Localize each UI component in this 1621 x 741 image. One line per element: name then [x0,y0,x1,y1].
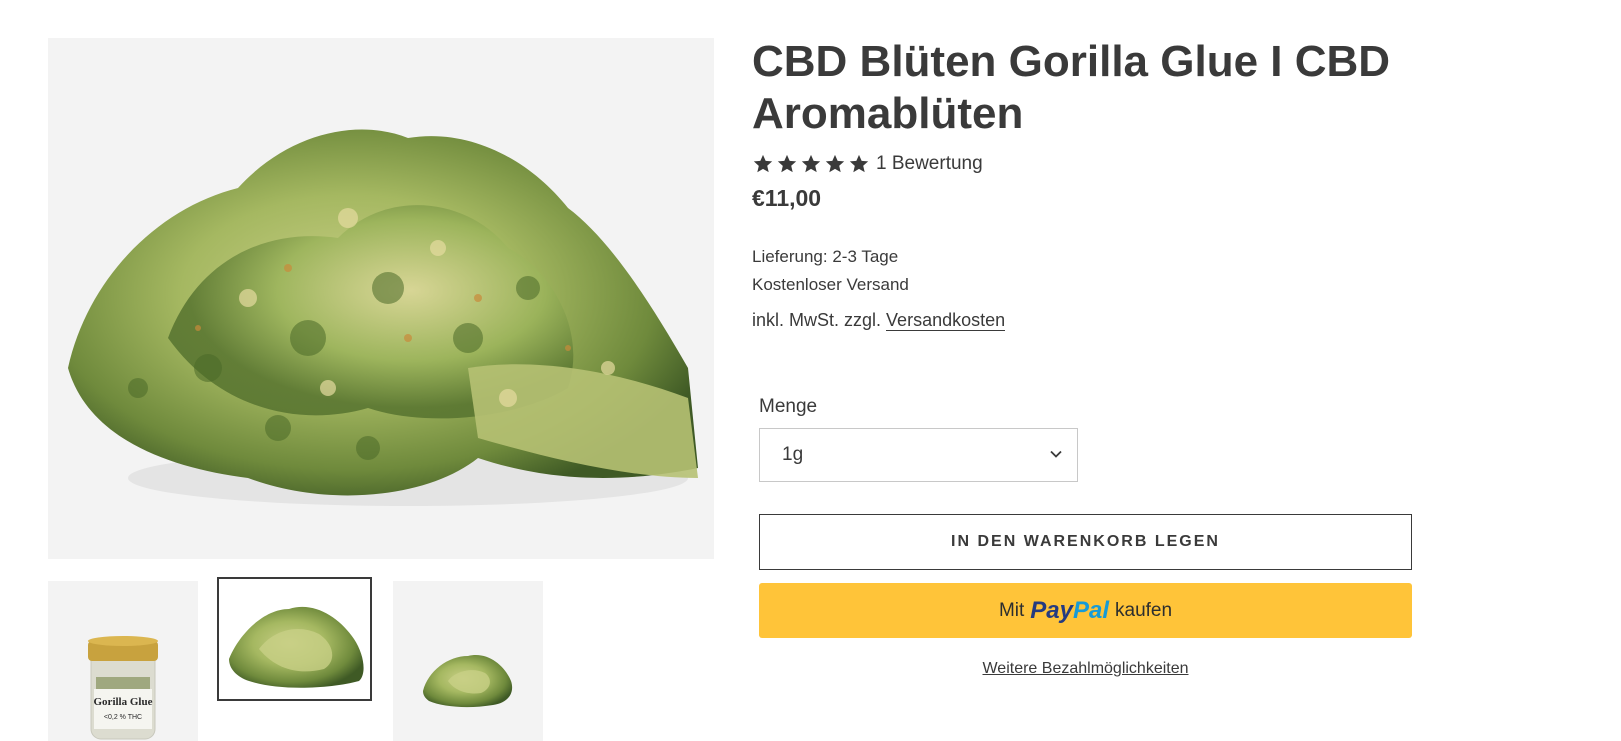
shipping-costs-link[interactable]: Versandkosten [886,310,1006,331]
jar-sublabel-text: <0,2 % THC [104,714,142,721]
thumbnail-bud-small[interactable] [393,581,543,741]
star-icon [825,154,845,173]
more-payment-options-link[interactable]: Weitere Bezahlmöglichkeiten [759,660,1412,678]
main-product-image[interactable] [48,38,714,559]
paypal-logo-pay: Pay [1030,596,1073,624]
paypal-prefix: Mit [998,599,1025,621]
paypal-logo: PayPal [1030,597,1109,625]
product-price: €11,00 [752,185,822,211]
jar-label-text: Gorilla Glue [94,696,153,708]
tax-note: inkl. MwSt. zzgl. Versandkosten [752,310,1006,331]
paypal-suffix: kaufen [1115,599,1173,621]
delivery-time: Lieferung: 2-3 Tage [752,247,899,266]
product-title: CBD Blüten Gorilla Glue I CBD Aromablüte… [752,37,1391,138]
star-icon [777,154,797,173]
paypal-checkout-button[interactable]: Mit PayPal kaufen [759,583,1412,638]
thumbnail-bud-selected[interactable] [217,577,372,701]
chevron-down-icon [1050,450,1062,458]
thumbnail-jar[interactable]: Gorilla Glue <0,2 % THC [48,581,198,741]
quantity-selected-value: 1g [782,444,804,465]
free-shipping-note: Kostenloser Versand [752,275,909,294]
quantity-label: Menge [759,396,818,417]
tax-prefix: inkl. MwSt. zzgl. [752,310,882,330]
star-icon [849,154,869,173]
quantity-select[interactable]: 1g [759,428,1078,482]
star-icon [801,154,821,173]
paypal-logo-pal: Pal [1072,596,1109,624]
product-rating[interactable]: 1 Bewertung [752,153,983,175]
star-icon [753,154,773,173]
add-to-cart-button[interactable]: IN DEN WARENKORB LEGEN [759,514,1412,570]
rating-stars [752,153,870,175]
rating-count-link[interactable]: 1 Bewertung [876,153,983,175]
